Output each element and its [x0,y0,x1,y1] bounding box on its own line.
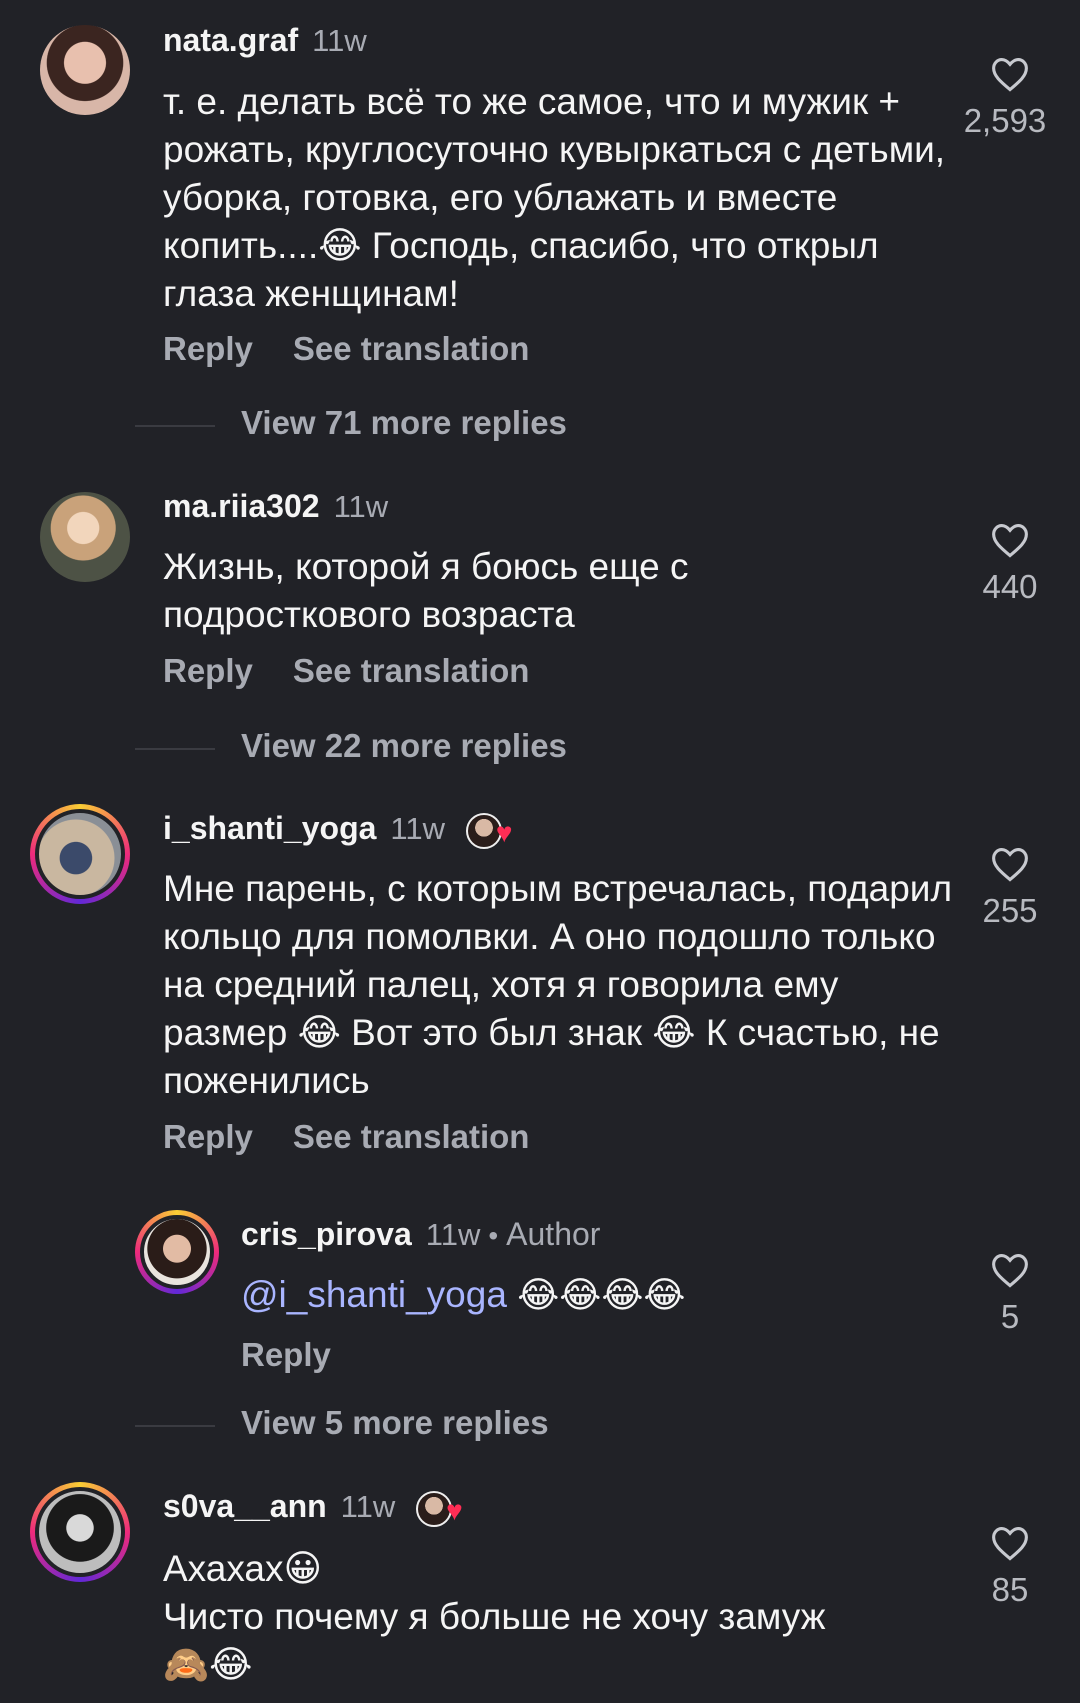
more-replies-line [135,425,215,427]
like-count: 85 [991,1571,1029,1608]
comment-text: Мне парень, с которым встречалась, подар… [163,868,953,1101]
mention-link[interactable]: @i_shanti_yoga [241,1274,507,1315]
username[interactable]: ma.riia302 11w [163,488,388,525]
separator-dot: • [488,1220,499,1251]
reply-button[interactable]: Reply [163,652,253,689]
heart-outline-icon [992,848,1028,882]
avatar [140,1215,214,1289]
timestamp: 11w [390,811,445,846]
avatar[interactable] [40,25,130,115]
like-count: 440 [982,568,1038,605]
username[interactable]: nata.graf 11w [163,22,367,59]
username[interactable]: s0va__ann 11w ♥ [163,1488,476,1527]
username-text[interactable]: s0va__ann [163,1488,327,1524]
comment-actions: Reply See translation [163,330,529,368]
comment-text: т. е. делать всё то же самое, что и мужи… [163,81,946,314]
like-count: 255 [982,892,1038,929]
comment-text: Ахахах😀 Чисто почему я больше не хочу за… [163,1545,953,1689]
like-button[interactable]: 2,593 [964,56,1055,140]
username-text[interactable]: i_shanti_yoga [163,810,376,846]
view-more-replies-button[interactable]: View 5 more replies [241,1404,549,1442]
author-label: Author [506,1216,601,1252]
heart-outline-icon [992,58,1028,92]
see-translation-button[interactable]: See translation [293,1118,530,1155]
username-text[interactable]: ma.riia302 [163,488,320,524]
see-translation-button[interactable]: See translation [293,330,530,367]
comment-text: Жизнь, которой я боюсь еще с подростково… [163,546,689,635]
heart-outline-icon [992,1527,1028,1561]
timestamp: 11w [340,1489,396,1524]
timestamp: 11w [333,489,389,524]
heart-outline-icon [992,1254,1028,1288]
like-button[interactable]: 440 [965,522,1055,606]
username-text[interactable]: nata.graf [163,22,298,58]
comment-actions: Reply See translation [163,1118,529,1156]
timestamp: 11w [425,1217,481,1252]
avatar[interactable] [40,492,130,582]
heart-outline-icon [992,524,1028,558]
comment-line: Чисто почему я больше не хочу замуж [163,1596,826,1637]
like-count: 5 [1000,1298,1020,1335]
author-liked-heart-icon: ♥ [465,812,526,849]
comment-actions: Reply [241,1336,331,1374]
emoji-text: 😂😂😂😂 [517,1274,686,1315]
avatar [35,1487,125,1577]
see-translation-button[interactable]: See translation [293,652,530,689]
avatar-story-ring[interactable] [30,1482,130,1582]
more-replies-line [135,748,215,750]
username[interactable]: cris_pirova 11w • Author [241,1216,600,1253]
like-button[interactable]: 85 [965,1525,1055,1609]
more-replies-line [135,1425,215,1427]
like-button[interactable]: 255 [965,846,1055,930]
avatar-story-ring[interactable] [135,1210,219,1294]
like-button[interactable]: 5 [965,1252,1055,1336]
comment-line: Ахахах😀 [163,1548,323,1589]
comment-text: @i_shanti_yoga 😂😂😂😂 [241,1271,941,1319]
comment-actions: Reply See translation [163,652,529,690]
reply-button[interactable]: Reply [241,1336,331,1373]
timestamp: 11w [312,23,367,58]
avatar [35,809,125,899]
reply-button[interactable]: Reply [163,1118,253,1155]
reply-button[interactable]: Reply [163,330,253,367]
avatar-story-ring[interactable] [30,804,130,904]
username[interactable]: i_shanti_yoga 11w ♥ [163,810,526,849]
author-liked-heart-icon: ♥ [416,1490,476,1527]
username-text[interactable]: cris_pirova [241,1216,412,1252]
view-more-replies-button[interactable]: View 71 more replies [241,404,567,442]
comment-line: 🙈😂 [163,1644,253,1685]
view-more-replies-button[interactable]: View 22 more replies [241,727,567,765]
like-count: 2,593 [963,102,1047,139]
